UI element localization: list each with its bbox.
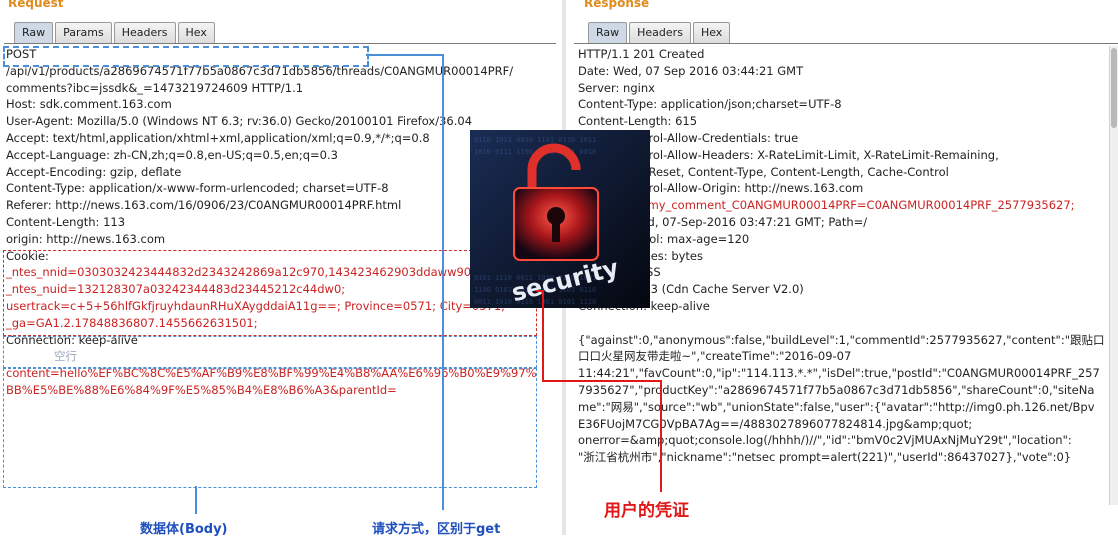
response-body-line: onerror=&amp;quot;console.log(/hhhh/)//"… [578,433,1072,448]
response-body-line: me":"网易","source":"wb","unionState":fals… [578,399,1095,414]
response-raw-text: HTTP/1.1 201 Created Date: Wed, 07 Sep 2… [578,46,1105,466]
response-tab-divider [574,43,1118,44]
response-line: Access-Control-Allow-Headers: X-RateLimi… [578,147,999,162]
credential-callout-line [542,290,544,382]
response-line: Set-Cookie: my_comment_C0ANGMUR00014PRF=… [578,198,1075,213]
response-line: Cache-Control: max-age=120 [578,231,750,246]
request-line: Accept: text/html,application/xhtml+xml,… [6,130,430,145]
response-body-line: 7935627","productKey":"a2869674571f77b5a… [578,382,1095,397]
response-scrollbar-thumb[interactable] [1111,48,1117,128]
method-highlight-box [3,46,369,67]
request-tab-raw[interactable]: Raw [14,22,54,43]
request-tab-params[interactable]: Params [55,22,112,43]
response-line [578,315,1105,332]
response-tab-headers[interactable]: Headers [629,22,691,43]
response-tab-raw[interactable]: Raw [588,22,628,43]
request-tab-divider [4,43,556,44]
request-line: Host: sdk.comment.163.com [6,97,172,112]
security-image: 0110 1011 0010 1101 0110 1011 1010 0111 … [470,130,650,308]
request-line: Accept-Language: zh-CN,zh;q=0.8,en-US;q=… [6,147,338,162]
body-label: 数据体(Body) [140,522,228,537]
body-highlight-box [3,368,537,488]
response-line: Connection: keep-alive [578,298,710,313]
response-line: Access-Control-Allow-Origin: http://news… [578,181,864,196]
response-line: Via: hdx103:3 (Cdn Cache Server V2.0) [578,282,804,297]
response-line: Content-Length: 615 [578,114,698,129]
response-tab-hex[interactable]: Hex [692,22,731,43]
response-line: Content-Type: application/json;charset=U… [578,97,842,112]
response-line: X-RateLimit-Reset, Content-Type, Content… [578,164,949,179]
credential-label: 用户的凭证 [604,501,689,521]
request-title: Request [8,0,64,10]
request-line: Content-Length: 113 [6,214,126,229]
response-body-line: 口口火星网友带走啦~","createTime":"2016-09-07 [578,349,852,364]
response-tabs: Raw Headers Hex [588,22,731,43]
blank-line-box [3,336,537,368]
response-panel: Response Raw Headers Hex HTTP/1.1 201 Cr… [568,0,1118,535]
credential-callout-line [660,380,662,492]
credential-callout-line [542,380,662,382]
request-line: comments?ibc=jssdk&_=1473219724609 HTTP/… [6,80,304,95]
response-title: Response [584,0,650,10]
response-line: HTTP/1.1 201 Created [578,47,705,61]
request-line: Referer: http://news.163.com/16/0906/23/… [6,198,402,213]
response-line: Date: Wed, 07 Sep 2016 03:44:21 GMT [578,63,804,78]
response-line: Server: nginx [578,80,655,95]
response-body-line: "浙江省杭州市","nickname":"netsec prompt=alert… [578,450,1072,465]
response-body-line: {"against":0,"anonymous":false,"buildLev… [578,332,1105,347]
request-line: User-Agent: Mozilla/5.0 (Windows NT 6.3;… [6,114,473,129]
request-tab-hex[interactable]: Hex [177,22,215,43]
request-line: Accept-Encoding: gzip, deflate [6,164,182,179]
method-callout-line [442,55,444,510]
request-tabs: Raw Params Headers Hex [14,22,215,43]
response-body-line: E36FUojM7CG0VpBA7Ag==/488302789607782481… [578,416,973,431]
cookie-highlight-box [3,250,537,336]
response-line: X-Cache: MISS [578,264,1105,281]
method-label: 请求方式，区别于get [372,522,501,537]
svg-text:0110 1011 0010 1101 0110 1011: 0110 1011 0010 1101 0110 1011 [474,136,596,144]
response-line: Access-Control-Allow-Credentials: true [578,130,799,145]
response-line: Accept-Ranges: bytes [578,248,703,263]
request-line: Content-Type: application/x-www-form-url… [6,181,389,196]
response-line: Expires=Wed, 07-Sep-2016 03:47:21 GMT; P… [578,214,868,229]
request-line: origin: http://news.163.com [6,231,166,246]
body-callout-line [195,486,197,514]
security-image-art: 0110 1011 0010 1101 0110 1011 1010 0111 … [470,130,650,308]
request-tab-headers[interactable]: Headers [113,22,176,43]
method-callout-line [366,54,444,56]
